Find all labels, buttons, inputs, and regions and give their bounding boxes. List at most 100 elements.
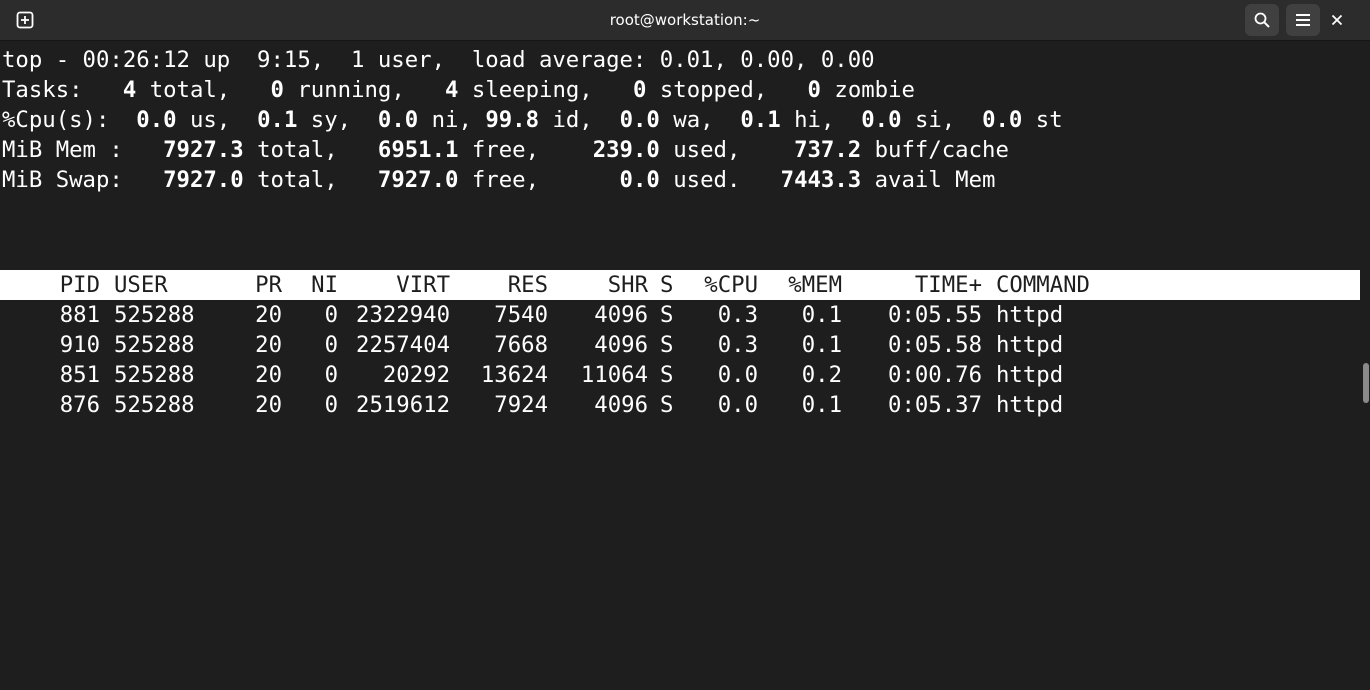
process-row: 881 525288 20 0 2322940 7540 4096 S 0.3 0.1 0:05.5…	[0, 300, 1360, 328]
swap-avail-mem: 7443.3	[780, 167, 862, 193]
mem-total: 7927.3	[163, 137, 244, 163]
col-mem: %MEM	[788, 272, 842, 298]
cell-time: 0:05.37	[888, 392, 982, 418]
mem-line: MiB Mem : 7927.3 total, 6951.1 free, 239…	[2, 137, 1009, 163]
cell-command: httpd	[996, 392, 1064, 418]
cell-virt: 20292	[382, 362, 450, 388]
menu-button[interactable]	[1286, 4, 1320, 36]
cell-shr: 4096	[594, 332, 648, 358]
col-command: COMMAND	[996, 272, 1090, 298]
col-pid: PID	[59, 272, 100, 298]
process-row: 851 525288 20 0 20292 13624 11064 S 0.0 0.2 0:00.7…	[0, 360, 1360, 388]
cell-mem: 0.1	[801, 392, 842, 418]
tasks-label: Tasks:	[2, 77, 83, 103]
mem-buff-cache: 737.2	[794, 137, 862, 163]
process-table-header: PID USER PR NI VIRT RES SHR S %CPU %MEM …	[0, 270, 1360, 300]
cell-pr: 20	[255, 362, 282, 388]
cell-time: 0:05.55	[888, 302, 982, 328]
swap-line: MiB Swap: 7927.0 total, 7927.0 free, 0.0…	[2, 167, 996, 193]
search-icon	[1254, 12, 1270, 28]
col-ni: NI	[311, 272, 338, 298]
col-s: S	[660, 272, 674, 298]
mem-free: 6951.1	[377, 137, 459, 163]
cell-s: S	[660, 362, 674, 388]
cpu-line: %Cpu(s): 0.0 us, 0.1 sy, 0.0 ni, 99.8 id…	[2, 107, 1063, 133]
cell-virt: 2322940	[356, 302, 450, 328]
col-shr: SHR	[607, 272, 648, 298]
cell-cpu: 0.0	[717, 362, 758, 388]
cell-ni: 0	[324, 332, 338, 358]
cpu-hi: 0.1	[740, 107, 781, 133]
cell-command: httpd	[996, 362, 1064, 388]
cell-s: S	[660, 392, 674, 418]
cell-command: httpd	[996, 302, 1064, 328]
cpu-st: 0.0	[982, 107, 1023, 133]
cpu-id: 99.8	[485, 107, 540, 133]
cell-mem: 0.1	[801, 332, 842, 358]
tasks-total: 4	[122, 77, 137, 103]
cell-user: 525288	[114, 302, 195, 328]
mem-used: 239.0	[592, 137, 660, 163]
cell-cpu: 0.3	[717, 332, 758, 358]
cell-virt: 2257404	[356, 332, 450, 358]
cpu-ni: 0.0	[377, 107, 419, 133]
cell-user: 525288	[114, 332, 195, 358]
scrollbar-thumb[interactable]	[1363, 363, 1369, 403]
process-row: 910 525288 20 0 2257404 7668 4096 S 0.3 0.1 0:05.5…	[0, 330, 1360, 358]
swap-label: MiB Swap:	[2, 167, 123, 193]
tasks-running: 0	[270, 77, 284, 103]
swap-used: 0.0	[619, 167, 660, 193]
cell-mem: 0.2	[801, 362, 842, 388]
col-time: TIME+	[914, 272, 982, 298]
col-cpu: %CPU	[704, 272, 758, 298]
swap-free: 7927.0	[377, 167, 459, 193]
cell-shr: 11064	[580, 362, 648, 388]
cell-cpu: 0.0	[717, 392, 758, 418]
cell-time: 0:00.76	[888, 362, 982, 388]
cell-command: httpd	[996, 332, 1064, 358]
tasks-zombie: 0	[807, 77, 821, 103]
cell-shr: 4096	[594, 302, 648, 328]
cell-cpu: 0.3	[717, 302, 758, 328]
cell-user: 525288	[114, 362, 195, 388]
col-pr: PR	[255, 272, 282, 298]
cell-res: 7668	[494, 332, 548, 358]
tasks-sleeping: 4	[445, 77, 459, 103]
cell-ni: 0	[324, 392, 338, 418]
swap-total: 7927.0	[163, 167, 244, 193]
col-virt: VIRT	[396, 272, 450, 298]
cell-res: 13624	[480, 362, 548, 388]
window-title: root@workstation:~	[609, 11, 761, 29]
cell-res: 7924	[494, 392, 548, 418]
cell-pid: 910	[59, 332, 100, 358]
tasks-line: Tasks: 4 total, 0 running, 4 sleeping, 0…	[2, 77, 915, 103]
cpu-label: %Cpu(s):	[2, 107, 110, 133]
cell-ni: 0	[324, 362, 338, 388]
cell-pr: 20	[255, 392, 282, 418]
title-bar: root@workstation:~	[0, 0, 1370, 41]
tasks-stopped: 0	[633, 77, 647, 103]
cpu-sy: 0.1	[257, 107, 298, 133]
cell-pid: 851	[59, 362, 100, 388]
cell-user: 525288	[114, 392, 195, 418]
col-res: RES	[507, 272, 548, 298]
cell-ni: 0	[324, 302, 338, 328]
cell-pr: 20	[255, 332, 282, 358]
search-button[interactable]	[1245, 4, 1279, 36]
terminal-output[interactable]: top - 00:26:12 up 9:15, 1 user, load ave…	[0, 45, 1362, 418]
cell-pr: 20	[255, 302, 282, 328]
cell-res: 7540	[494, 302, 548, 328]
close-button[interactable]	[1324, 7, 1350, 33]
cell-pid: 881	[59, 302, 100, 328]
process-row: 876 525288 20 0 2519612 7924 4096 S 0.0 0.1 0:05.3…	[0, 390, 1360, 418]
cpu-wa: 0.0	[619, 107, 660, 133]
cpu-si: 0.0	[861, 107, 902, 133]
cell-mem: 0.1	[801, 302, 842, 328]
scrollbar[interactable]	[1362, 41, 1370, 404]
cpu-us: 0.0	[136, 107, 177, 133]
cell-s: S	[660, 302, 674, 328]
mem-label: MiB Mem :	[2, 137, 123, 163]
cell-shr: 4096	[594, 392, 648, 418]
close-icon	[1331, 14, 1343, 26]
cell-s: S	[660, 332, 674, 358]
